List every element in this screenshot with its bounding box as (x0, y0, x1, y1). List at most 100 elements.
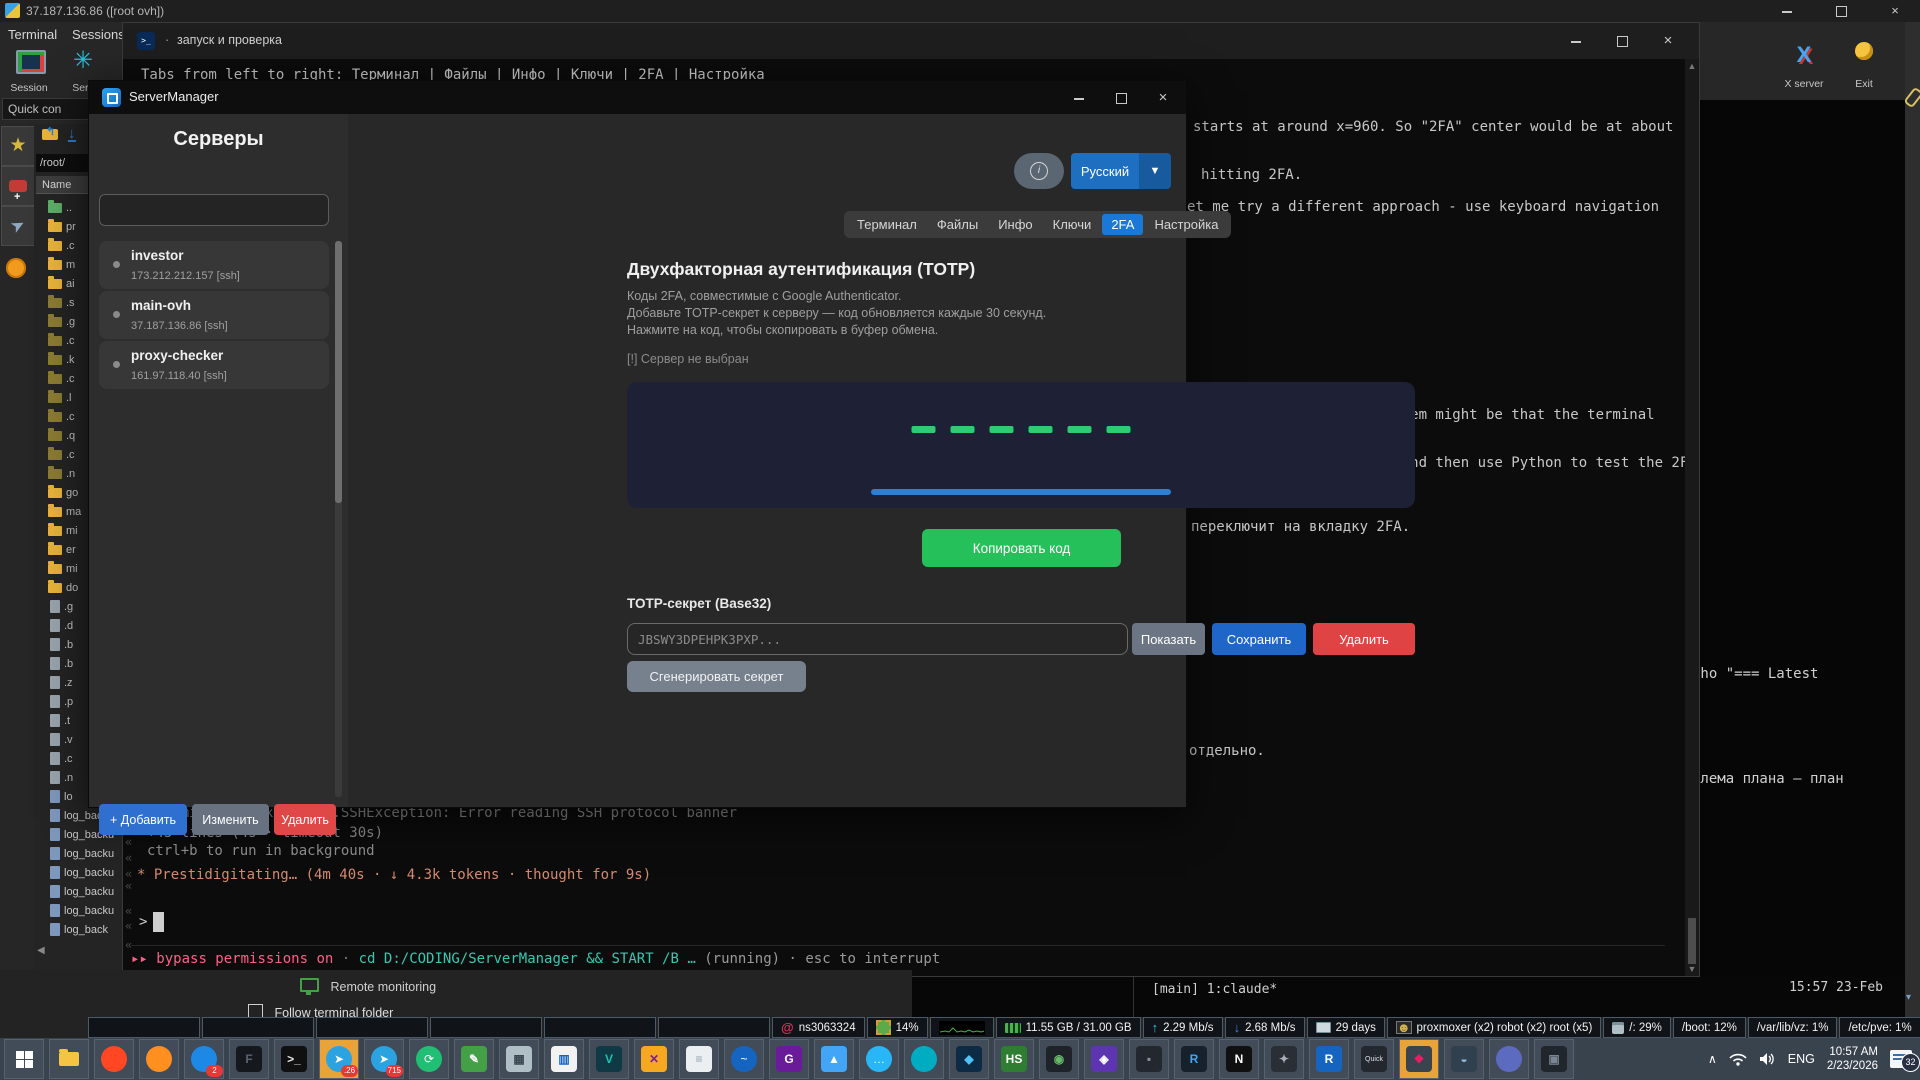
file-row[interactable]: log_back (36, 920, 122, 939)
toolbar-session-button[interactable]: Session (4, 46, 54, 94)
paperclip-icon[interactable] (1903, 87, 1920, 109)
taskbar-bird-button[interactable]: ~ (724, 1039, 764, 1079)
language-selector[interactable]: Русский ▼ (1071, 153, 1171, 189)
speaker-icon[interactable] (1759, 1052, 1776, 1066)
taskbar-gitkraken-button[interactable]: G (769, 1039, 809, 1079)
tab-Ключи[interactable]: Ключи (1044, 214, 1101, 235)
edit-server-button[interactable]: Изменить (192, 804, 269, 835)
remote-monitoring-row[interactable]: Remote monitoring (300, 978, 436, 994)
minimize-button[interactable] (1770, 2, 1804, 20)
taskbar-dark-blue-button[interactable]: ◆ (949, 1039, 989, 1079)
tab-Инфо[interactable]: Инфо (989, 214, 1041, 235)
add-server-button[interactable]: + Добавить (99, 804, 187, 835)
taskbar-firefox-button[interactable] (139, 1039, 179, 1079)
terminal-tab-title[interactable]: запуск и проверка (177, 33, 282, 47)
sm-close-button[interactable]: × (1146, 89, 1180, 107)
taskbar-cube-button[interactable]: ✕ (634, 1039, 674, 1079)
taskbar-quicktime-button[interactable]: Quick (1354, 1039, 1394, 1079)
taskbar-photos-button[interactable]: ▲ (814, 1039, 854, 1079)
taskbar-vpn-button[interactable]: V (589, 1039, 629, 1079)
delete-server-button[interactable]: Удалить (274, 804, 336, 835)
file-row[interactable]: log_backu (36, 901, 122, 920)
clock[interactable]: 10:57 AM 2/23/2026 (1827, 1045, 1878, 1074)
taskbar-chat-button[interactable]: … (859, 1039, 899, 1079)
tab-Настройка[interactable]: Настройка (1145, 214, 1227, 235)
chevron-down-icon[interactable]: ▾ (1906, 992, 1911, 1003)
taskbar-notes-button[interactable]: ✎ (454, 1039, 494, 1079)
taskbar-telegram-button[interactable]: ➤.26 (319, 1039, 359, 1079)
taskbar-paint-button[interactable]: ❖ (1399, 1039, 1439, 1079)
taskbar-extra-2-button[interactable] (1489, 1039, 1529, 1079)
file-row[interactable]: log_backu (36, 863, 122, 882)
taskbar-calculator-button[interactable]: ▦ (499, 1039, 539, 1079)
send-plane-icon[interactable]: ➤ (1, 206, 35, 246)
taskbar-notepad-button[interactable]: ≡ (679, 1039, 719, 1079)
download-icon[interactable]: ↓ (68, 127, 76, 142)
server-list-item[interactable]: main-ovh37.187.136.86 [ssh] (99, 291, 329, 339)
terminal-restore-button[interactable] (1605, 32, 1639, 50)
taskbar-dark-3-button[interactable]: ✦ (1264, 1039, 1304, 1079)
tab-Файлы[interactable]: Файлы (928, 214, 987, 235)
taskbar-blue-app-button[interactable]: 2 (184, 1039, 224, 1079)
file-row[interactable]: log_backu (36, 882, 122, 901)
terminal-minimize-button[interactable] (1559, 32, 1593, 50)
taskbar-extra-1-button[interactable]: ◒ (1444, 1039, 1484, 1079)
copy-code-button[interactable]: Копировать код (922, 529, 1121, 567)
xserver-button[interactable]: X X server (1776, 42, 1832, 90)
info-button[interactable]: i (1014, 153, 1064, 189)
notifications-icon[interactable]: 32 (1890, 1050, 1912, 1068)
taskbar-purple-button[interactable]: ◈ (1084, 1039, 1124, 1079)
close-button[interactable]: × (1878, 2, 1912, 20)
keyboard-language[interactable]: ENG (1788, 1052, 1815, 1066)
sm-restore-button[interactable] (1104, 89, 1138, 107)
taskbar-cmd-button[interactable]: >_ (274, 1039, 314, 1079)
menu-sessions[interactable]: Sessions (72, 27, 125, 42)
scroll-left-button[interactable]: ◀ (37, 945, 45, 956)
terminal-title-bar[interactable]: >_ · запуск и проверка × (123, 23, 1699, 59)
taskbar-brave-button[interactable] (94, 1039, 134, 1079)
servermanager-title-bar[interactable]: ServerManager × (89, 81, 1186, 114)
web-globe-icon[interactable] (6, 258, 26, 283)
file-row[interactable]: log_backu (36, 844, 122, 863)
taskbar-sync-button[interactable]: ⟳ (409, 1039, 449, 1079)
menu-terminal[interactable]: Terminal (8, 27, 57, 42)
taskbar-swirl-button[interactable] (904, 1039, 944, 1079)
exit-button[interactable]: Exit (1836, 42, 1892, 90)
terminal-close-button[interactable]: × (1651, 32, 1685, 50)
tab-2FA[interactable]: 2FA (1102, 214, 1143, 235)
server-list-item[interactable]: investor173.212.212.157 [ssh] (99, 241, 329, 289)
terminal-scrollbar[interactable]: ▲ ▼ (1685, 59, 1699, 976)
scrollbar-thumb[interactable] (1688, 918, 1696, 964)
taskbar-frkt-button[interactable]: F (229, 1039, 269, 1079)
tab-Терминал[interactable]: Терминал (848, 214, 926, 235)
taskbar-panel-button[interactable]: ▥ (544, 1039, 584, 1079)
server-search-input[interactable] (99, 194, 329, 226)
taskbar-explorer-button[interactable] (49, 1039, 89, 1079)
tray-chevron-up-icon[interactable]: ∧ (1708, 1052, 1717, 1066)
scroll-down-arrow[interactable]: ▼ (1685, 964, 1699, 974)
taskbar-dark-2-button[interactable]: ▪ (1129, 1039, 1169, 1079)
save-secret-button[interactable]: Сохранить (1212, 623, 1306, 655)
favorites-star-icon[interactable]: ★ (1, 126, 35, 166)
taskbar-rstudio-button[interactable]: R (1174, 1039, 1214, 1079)
taskbar-extra-3-button[interactable]: ▣ (1534, 1039, 1574, 1079)
generate-secret-button[interactable]: Сгенерировать секрет (627, 661, 806, 692)
tools-knife-icon[interactable] (1, 166, 35, 206)
totp-secret-input[interactable] (627, 623, 1128, 655)
server-list-item[interactable]: proxy-checker161.97.118.40 [ssh] (99, 341, 329, 389)
totp-code-box[interactable] (627, 382, 1415, 508)
taskbar-telegram-2-button[interactable]: ➤715 (364, 1039, 404, 1079)
scroll-up-arrow[interactable]: ▲ (1685, 61, 1699, 71)
taskbar-green-circle-button[interactable]: ◉ (1039, 1039, 1079, 1079)
taskbar-start-button[interactable] (4, 1039, 44, 1079)
folder-up-button[interactable]: ↰ (42, 127, 58, 144)
taskbar-r-blue-button[interactable]: R (1309, 1039, 1349, 1079)
sidebar-scrollbar[interactable] (335, 241, 342, 797)
taskbar-hs-button[interactable]: HS (994, 1039, 1034, 1079)
wifi-icon[interactable] (1729, 1052, 1747, 1066)
scrollbar-thumb[interactable] (335, 241, 342, 503)
delete-secret-button[interactable]: Удалить (1313, 623, 1415, 655)
taskbar-notion-button[interactable]: N (1219, 1039, 1259, 1079)
show-secret-button[interactable]: Показать (1132, 623, 1205, 655)
restore-button[interactable] (1824, 2, 1858, 20)
